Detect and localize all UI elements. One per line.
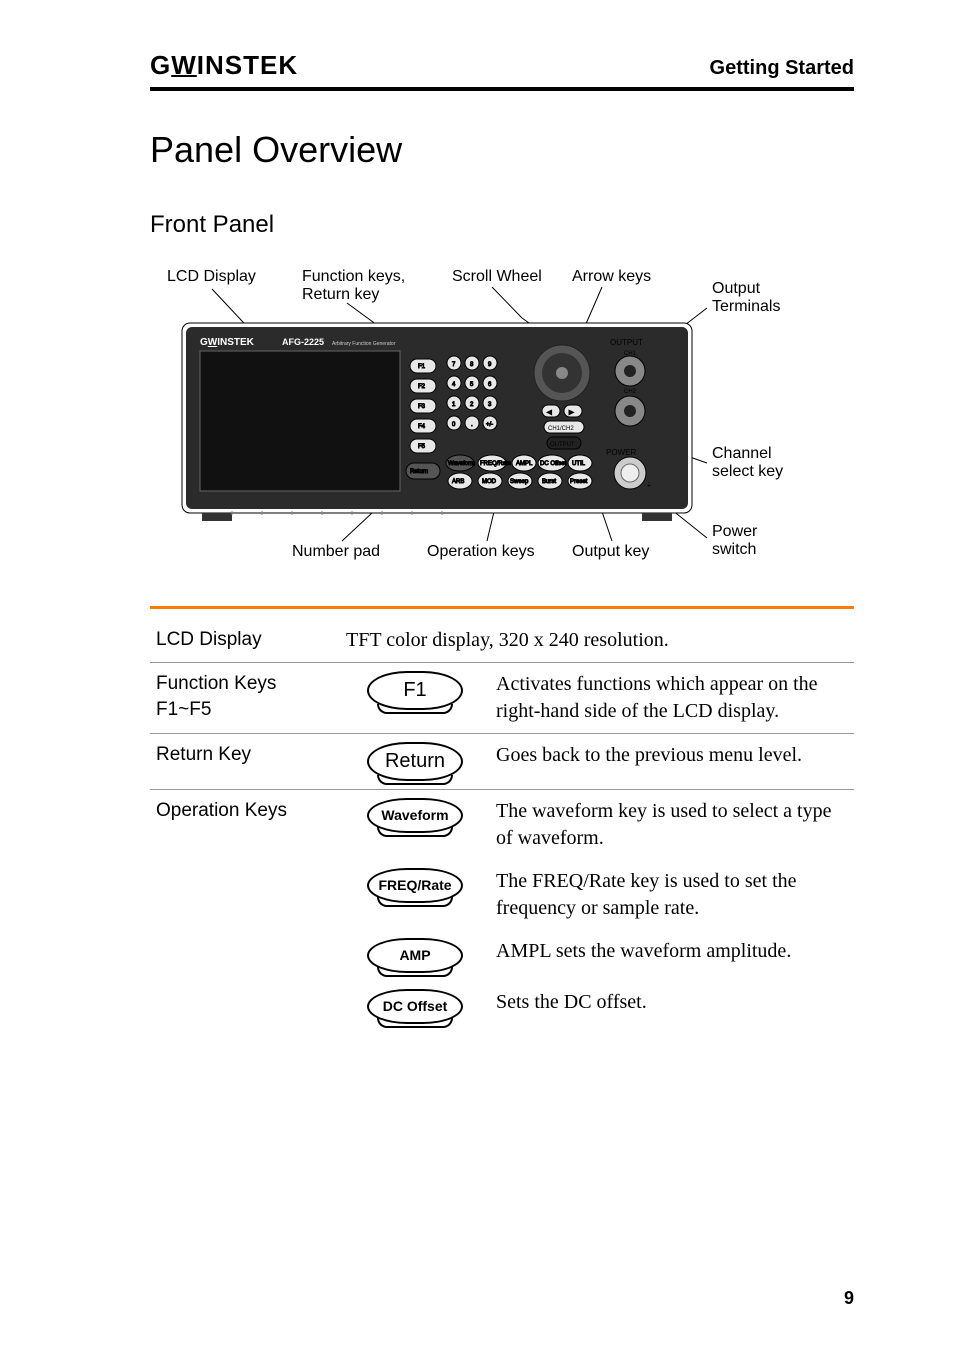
svg-text:F5: F5 bbox=[418, 444, 426, 450]
keycap-return: Return bbox=[367, 742, 463, 781]
svg-text:⏚: ⏚ bbox=[646, 482, 652, 489]
row-lcd-display: LCD Display TFT color display, 320 x 240… bbox=[150, 619, 854, 662]
device-body: GWINSTEK AFG-2225 Arbitrary Function Gen… bbox=[182, 323, 692, 521]
label-return-key: Return key bbox=[302, 286, 379, 303]
page-title: Panel Overview bbox=[150, 129, 854, 171]
section-subtitle: Front Panel bbox=[150, 211, 854, 239]
desc-return: Goes back to the previous menu level. bbox=[490, 734, 854, 790]
row-op-freq: FREQ/Rate The FREQ/Rate key is used to s… bbox=[150, 860, 854, 930]
label-number-pad: Number pad bbox=[292, 543, 380, 560]
svg-text:OUTPUT: OUTPUT bbox=[610, 338, 643, 347]
scroll-wheel bbox=[534, 345, 590, 401]
brand-logo: GWINSTEK bbox=[150, 50, 298, 81]
front-panel-diagram: .t { font: 16px Arial, sans-serif; fill:… bbox=[150, 263, 854, 583]
svg-text:UTIL: UTIL bbox=[572, 461, 586, 467]
svg-text:F2: F2 bbox=[418, 384, 426, 390]
row-op-amp: AMP AMPL sets the waveform amplitude. bbox=[150, 930, 854, 981]
svg-text:Burst: Burst bbox=[542, 479, 556, 485]
label-output-terminals-1: Output bbox=[712, 280, 761, 297]
label-lcd: LCD Display bbox=[150, 619, 340, 662]
keycap-dcoffset: DC Offset bbox=[367, 989, 463, 1024]
label-channel-select-1: Channel bbox=[712, 445, 772, 462]
label-scroll-wheel: Scroll Wheel bbox=[452, 268, 542, 285]
svg-text:AFG-2225: AFG-2225 bbox=[282, 337, 324, 347]
keycap-freqrate: FREQ/Rate bbox=[367, 868, 463, 903]
label-fkeys: Function Keys F1~F5 bbox=[150, 663, 340, 734]
keycap-f1: F1 bbox=[367, 671, 463, 710]
svg-text:F3: F3 bbox=[418, 404, 426, 410]
svg-text:CH2: CH2 bbox=[624, 389, 637, 395]
svg-text:FREQ/Rate: FREQ/Rate bbox=[480, 461, 512, 467]
svg-text:AMPL: AMPL bbox=[516, 461, 533, 467]
label-lcd-display: LCD Display bbox=[167, 268, 256, 285]
desc-fkeys: Activates functions which appear on the … bbox=[490, 663, 854, 734]
svg-text:DC Offset: DC Offset bbox=[540, 461, 567, 467]
label-channel-select-2: select key bbox=[712, 463, 783, 480]
svg-text:▶: ▶ bbox=[569, 410, 574, 416]
label-opkeys: Operation Keys bbox=[150, 790, 340, 861]
svg-text:Waveform: Waveform bbox=[448, 461, 475, 467]
label-output-terminals-2: Terminals bbox=[712, 298, 780, 315]
divider-orange bbox=[150, 606, 854, 609]
desc-freqrate: The FREQ/Rate key is used to set the fre… bbox=[490, 860, 854, 930]
desc-waveform: The waveform key is used to select a typ… bbox=[490, 790, 854, 861]
row-function-keys: Function Keys F1~F5 F1 Activates functio… bbox=[150, 663, 854, 734]
keycap-waveform: Waveform bbox=[367, 798, 463, 833]
svg-text:◀: ◀ bbox=[547, 410, 552, 416]
page-number: 9 bbox=[844, 1288, 854, 1309]
label-operation-keys: Operation keys bbox=[427, 543, 535, 560]
label-arrow-keys: Arrow keys bbox=[572, 268, 651, 285]
row-op-waveform: Operation Keys Waveform The waveform key… bbox=[150, 790, 854, 861]
desc-dcoffset: Sets the DC offset. bbox=[490, 981, 854, 1032]
svg-text:ARB: ARB bbox=[452, 479, 464, 485]
desc-amp: AMPL sets the waveform amplitude. bbox=[490, 930, 854, 981]
svg-text:F1: F1 bbox=[418, 364, 426, 370]
page: GWINSTEK Getting Started Panel Overview … bbox=[0, 0, 954, 1349]
svg-text:Return: Return bbox=[410, 469, 428, 475]
svg-text:GWINSTEK: GWINSTEK bbox=[200, 337, 255, 348]
svg-text:Sweep: Sweep bbox=[510, 479, 529, 485]
svg-text:F4: F4 bbox=[418, 424, 426, 430]
svg-text:+/-: +/- bbox=[486, 422, 493, 428]
label-power-switch-2: switch bbox=[712, 541, 756, 558]
row-return-key: Return Key Return Goes back to the previ… bbox=[150, 734, 854, 790]
page-header: GWINSTEK Getting Started bbox=[150, 50, 854, 91]
label-return: Return Key bbox=[150, 734, 340, 790]
row-op-dcoffset: DC Offset Sets the DC offset. bbox=[150, 981, 854, 1032]
keycap-amp: AMP bbox=[367, 938, 463, 973]
svg-text:Preset: Preset bbox=[570, 479, 588, 485]
svg-text:CH1/CH2: CH1/CH2 bbox=[548, 426, 574, 432]
header-section: Getting Started bbox=[710, 57, 854, 80]
svg-text:Arbitrary Function Generator: Arbitrary Function Generator bbox=[332, 341, 396, 347]
label-power-switch-1: Power bbox=[712, 523, 758, 540]
label-function-keys: Function keys, bbox=[302, 268, 405, 285]
svg-text:POWER: POWER bbox=[606, 448, 636, 457]
desc-lcd: TFT color display, 320 x 240 resolution. bbox=[340, 619, 854, 662]
svg-text:OUTPUT: OUTPUT bbox=[550, 442, 575, 448]
svg-text:MOD: MOD bbox=[482, 479, 497, 485]
label-output-key: Output key bbox=[572, 543, 649, 560]
description-table: LCD Display TFT color display, 320 x 240… bbox=[150, 619, 854, 1032]
